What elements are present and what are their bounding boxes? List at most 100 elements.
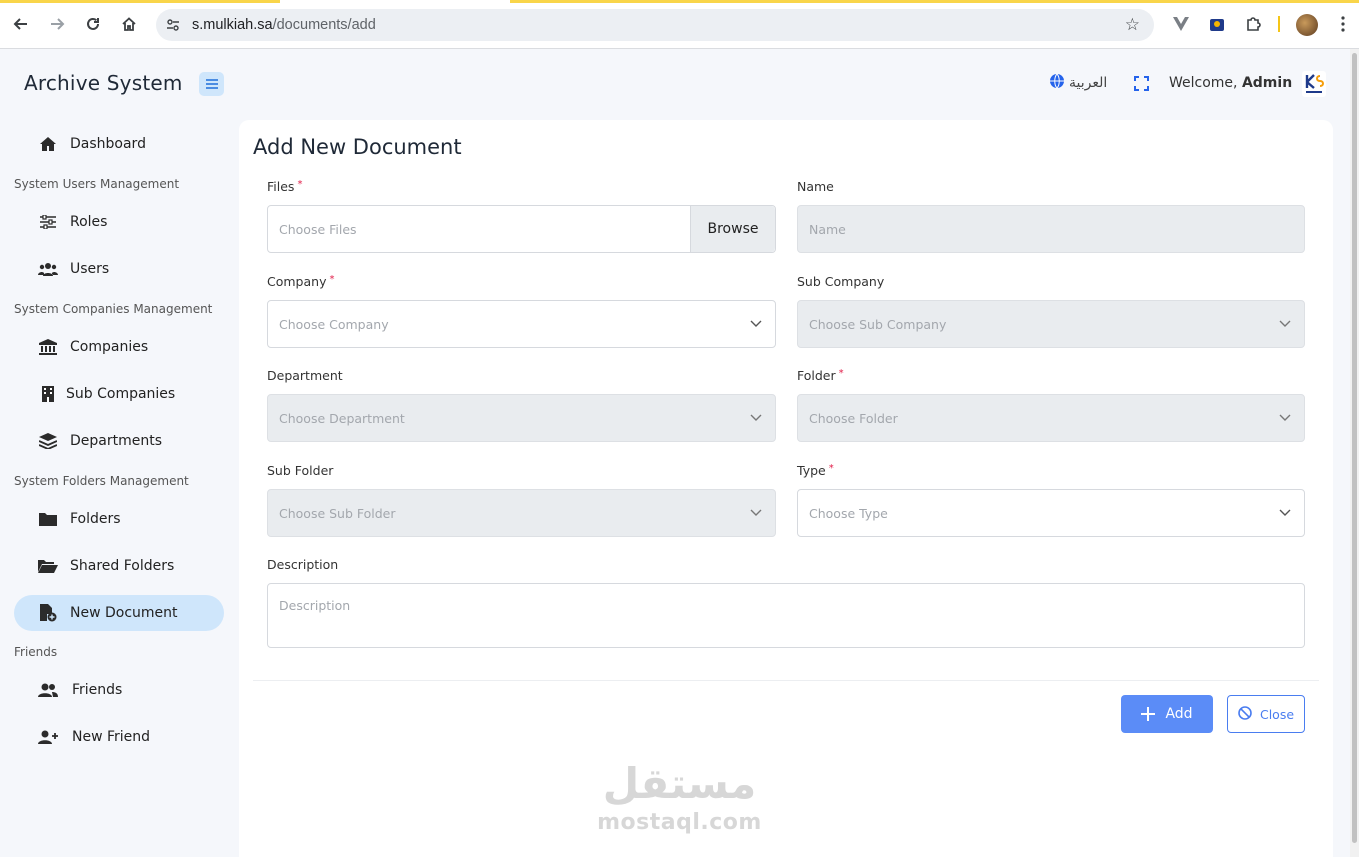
files-label: Files * <box>267 179 303 194</box>
sidebar-section-companies: System Companies Management <box>14 302 213 316</box>
company-label: Company * <box>267 274 335 289</box>
home-icon <box>36 136 60 152</box>
sidebar-item-sub-companies[interactable]: Sub Companies <box>14 376 224 412</box>
language-switcher[interactable]: العربية <box>1049 73 1107 93</box>
fullscreen-icon[interactable] <box>1134 76 1149 91</box>
type-select[interactable]: Choose Type <box>797 489 1305 537</box>
department-label: Department <box>267 368 343 383</box>
sidebar-item-dashboard[interactable]: Dashboard <box>14 126 224 162</box>
scrollbar-thumb[interactable] <box>1352 53 1357 843</box>
folder-select[interactable]: Choose Folder <box>797 394 1305 442</box>
required-marker: * <box>329 274 335 285</box>
sidebar-item-label: Roles <box>70 214 108 230</box>
add-button[interactable]: Add <box>1121 695 1213 733</box>
sub-company-placeholder: Choose Sub Company <box>809 316 947 332</box>
type-label: Type * <box>797 463 834 478</box>
bank-icon <box>36 339 60 355</box>
sliders-icon <box>36 215 60 229</box>
site-info-icon[interactable] <box>166 18 180 32</box>
chevron-down-icon <box>750 506 762 518</box>
required-marker: * <box>838 368 844 379</box>
form-divider <box>253 680 1319 681</box>
welcome-text: Welcome, Admin <box>1169 75 1293 91</box>
sidebar-item-label: Companies <box>70 339 149 355</box>
page-scrollbar[interactable] <box>1350 49 1359 857</box>
language-label: العربية <box>1069 75 1108 91</box>
watermark-latin: mostaql.com <box>597 810 762 835</box>
sidebar-item-label: Folders <box>70 511 121 527</box>
files-input[interactable]: Choose Files Browse <box>267 205 776 253</box>
name-input[interactable]: Name <box>797 205 1305 253</box>
close-button[interactable]: Close <box>1227 695 1305 733</box>
sidebar-toggle-button[interactable] <box>199 72 224 96</box>
sidebar-item-label: Departments <box>70 433 163 449</box>
sidebar-item-label: New Document <box>70 605 178 621</box>
sub-company-select[interactable]: Choose Sub Company <box>797 300 1305 348</box>
puzzle-extensions-icon[interactable] <box>1242 13 1264 35</box>
vuejs-extension-icon[interactable] <box>1170 13 1192 35</box>
toolbar-separator <box>1278 16 1280 32</box>
add-button-label: Add <box>1165 706 1193 722</box>
bookmark-star-icon[interactable]: ☆ <box>1125 15 1140 35</box>
add-document-card: Add New Document Files * Choose Files Bro… <box>239 120 1333 857</box>
sidebar-item-label: Friends <box>72 682 123 698</box>
sidebar-item-shared-folders[interactable]: Shared Folders <box>14 548 224 584</box>
sidebar-section-users: System Users Management <box>14 177 180 191</box>
company-select[interactable]: Choose Company <box>267 300 776 348</box>
sidebar-item-folders[interactable]: Folders <box>14 501 224 537</box>
sidebar-item-new-document[interactable]: New Document <box>14 595 224 631</box>
name-placeholder: Name <box>809 221 846 237</box>
company-logo[interactable] <box>1302 71 1326 97</box>
sidebar-item-companies[interactable]: Companies <box>14 329 224 365</box>
layers-icon <box>36 433 60 449</box>
files-placeholder: Choose Files <box>279 221 357 237</box>
profile-avatar[interactable] <box>1296 14 1318 36</box>
sub-folder-label: Sub Folder <box>267 463 334 478</box>
sidebar-item-label: Dashboard <box>70 136 146 152</box>
profile-extension-icon[interactable] <box>1206 13 1228 35</box>
file-plus-icon <box>36 604 60 622</box>
sidebar-item-departments[interactable]: Departments <box>14 423 224 459</box>
sidebar-item-label: Shared Folders <box>70 558 175 574</box>
forward-arrow-icon[interactable] <box>45 12 69 36</box>
back-arrow-icon[interactable] <box>9 12 33 36</box>
users-icon <box>36 262 60 276</box>
address-bar[interactable]: s.mulkiah.sa/documents/add ☆ <box>156 9 1154 41</box>
welcome-username: Admin <box>1241 75 1293 91</box>
type-placeholder: Choose Type <box>809 505 888 521</box>
reload-icon[interactable] <box>81 12 105 36</box>
plus-icon <box>1141 704 1156 724</box>
folder-icon <box>36 512 60 526</box>
ban-icon <box>1238 705 1252 723</box>
sidebar-item-new-friend[interactable]: New Friend <box>14 719 224 755</box>
sidebar-item-label: New Friend <box>72 729 151 745</box>
chevron-down-icon <box>750 411 762 423</box>
chevron-down-icon <box>1279 506 1291 518</box>
description-label: Description <box>267 557 339 572</box>
sidebar-item-users[interactable]: Users <box>14 251 224 287</box>
name-label: Name <box>797 179 834 194</box>
globe-icon <box>1049 73 1065 93</box>
sidebar-item-label: Users <box>70 261 110 277</box>
sub-folder-select[interactable]: Choose Sub Folder <box>267 489 776 537</box>
brand-title: Archive System <box>24 71 183 95</box>
user-group-icon <box>36 683 60 697</box>
tab-strip-edge <box>0 0 1359 3</box>
building-icon <box>36 386 60 402</box>
kebab-menu-icon[interactable] <box>1332 13 1354 35</box>
sidebar-item-roles[interactable]: Roles <box>14 204 224 240</box>
folder-placeholder: Choose Folder <box>809 410 898 426</box>
home-icon[interactable] <box>117 12 141 36</box>
description-textarea[interactable]: Description <box>267 583 1305 648</box>
department-select[interactable]: Choose Department <box>267 394 776 442</box>
sidebar-item-friends[interactable]: Friends <box>14 672 224 708</box>
chevron-down-icon <box>1279 411 1291 423</box>
folder-open-icon <box>36 559 60 573</box>
description-placeholder: Description <box>279 598 351 613</box>
sidebar-item-label: Sub Companies <box>66 386 176 402</box>
folder-label: Folder * <box>797 368 844 383</box>
sidebar-section-friends: Friends <box>14 645 58 659</box>
address-url: s.mulkiah.sa/documents/add <box>192 17 376 33</box>
browse-button[interactable]: Browse <box>690 206 775 252</box>
sidebar-section-folders: System Folders Management <box>14 474 189 488</box>
